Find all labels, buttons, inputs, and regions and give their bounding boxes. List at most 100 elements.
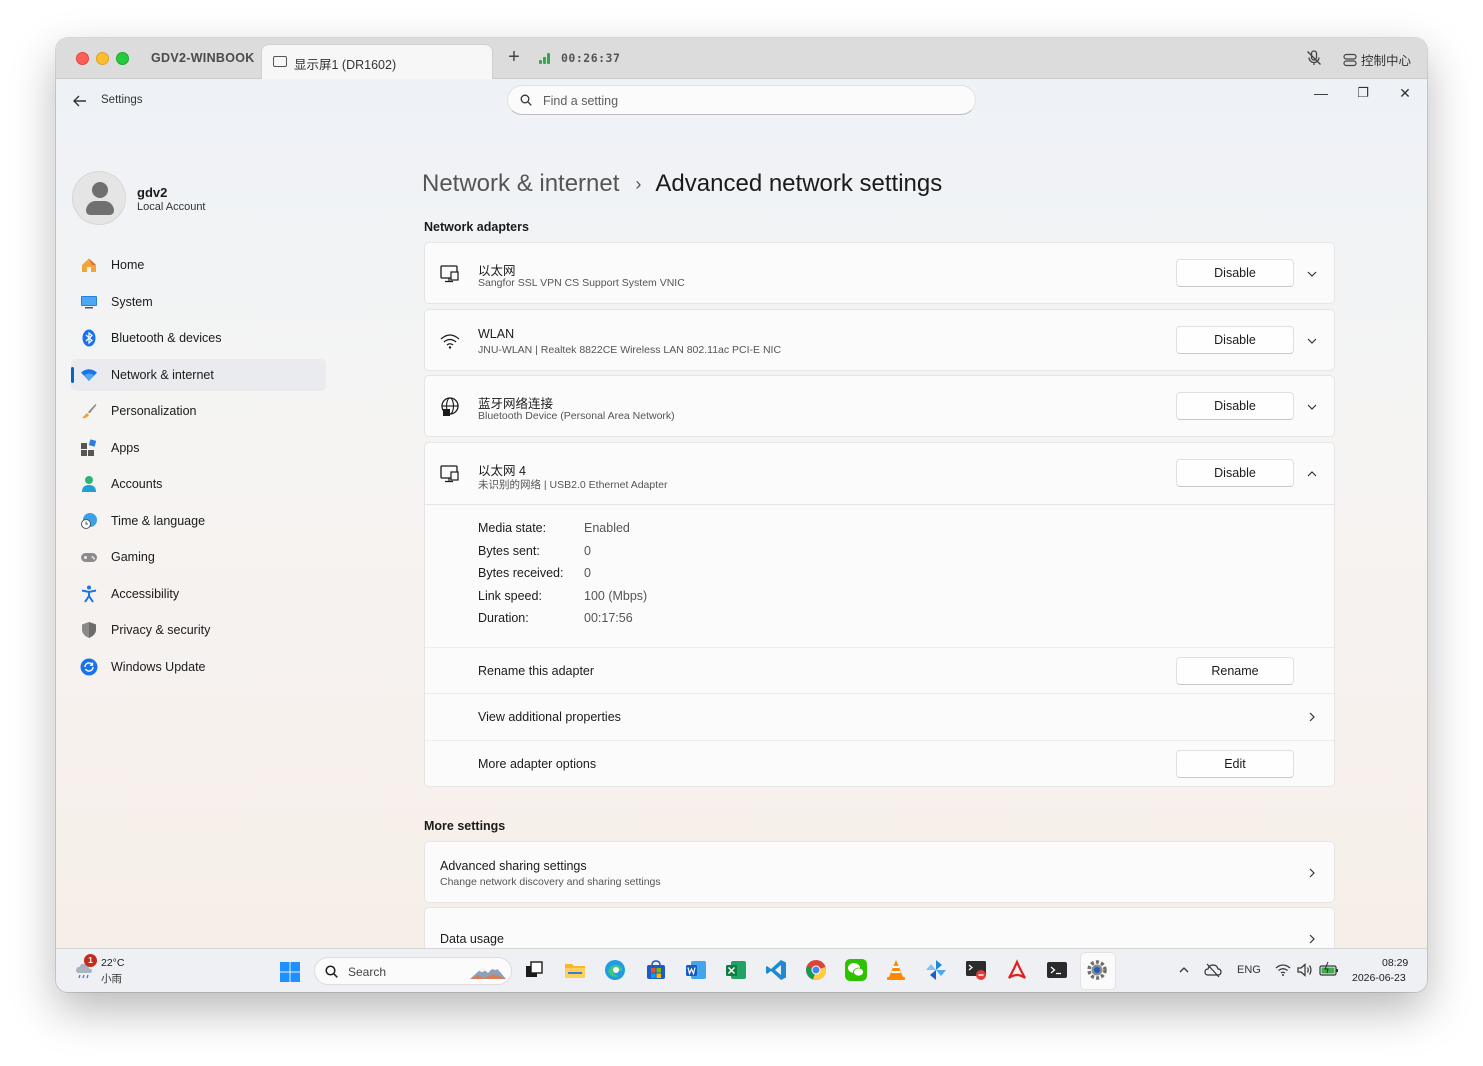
vlc-icon[interactable] (885, 959, 907, 981)
disable-button[interactable]: Disable (1176, 392, 1294, 420)
chevron-down-icon[interactable] (1304, 333, 1320, 349)
stat-label: Bytes received: (478, 566, 564, 580)
sidebar-item-personalization[interactable]: Personalization (71, 395, 326, 427)
word-icon[interactable] (685, 959, 707, 981)
signal-strength-icon (539, 52, 551, 64)
remote-terminal-icon[interactable] (965, 959, 987, 981)
chevron-up-icon[interactable] (1304, 466, 1320, 482)
disable-button[interactable]: Disable (1176, 459, 1294, 487)
ethernet-icon (440, 465, 459, 483)
wechat-icon[interactable] (845, 959, 867, 981)
sidebar-item-system[interactable]: System (71, 286, 326, 318)
fullscreen-window-button[interactable] (116, 52, 129, 65)
settings-gear-icon[interactable] (1086, 959, 1108, 981)
sidebar-item-accessibility[interactable]: Accessibility (71, 578, 326, 610)
search-icon (325, 965, 338, 978)
sidebar-item-network[interactable]: Network & internet (71, 358, 326, 391)
sidebar-nav: Home System Bluetooth & devices Network … (71, 249, 326, 687)
mic-muted-icon[interactable] (1305, 49, 1323, 67)
stat-label: Bytes sent: (478, 543, 540, 558)
chevron-down-icon[interactable] (1304, 399, 1320, 415)
sidebar-item-label: Home (111, 258, 145, 272)
cloud-off-icon[interactable] (1204, 962, 1222, 978)
microsoft-store-icon[interactable] (645, 959, 667, 981)
advanced-sharing-settings-row[interactable]: Advanced sharing settings Change network… (424, 841, 1335, 903)
view-properties-row[interactable]: View additional properties (425, 693, 1334, 739)
sidebar-item-label: Bluetooth & devices (111, 331, 222, 345)
disable-button[interactable]: Disable (1176, 326, 1294, 354)
battery-charging-icon[interactable] (1319, 961, 1339, 977)
taskbar: 1 22°C 小雨 Search ENG 08:29 2026-06-23 (56, 948, 1427, 992)
home-icon (82, 258, 96, 272)
avatar[interactable] (72, 171, 126, 225)
bluetooth-icon (82, 329, 96, 347)
adapter-row[interactable]: 以太网 Sangfor SSL VPN CS Support System VN… (424, 242, 1335, 304)
sidebar-item-gaming[interactable]: Gaming (71, 541, 326, 573)
adapter-description: Sangfor SSL VPN CS Support System VNIC (478, 277, 685, 289)
restore-button[interactable]: ❐ (1348, 85, 1378, 109)
disable-button[interactable]: Disable (1176, 259, 1294, 287)
sidebar-item-time-language[interactable]: Time & language (71, 505, 326, 537)
sidebar-item-windows-update[interactable]: Windows Update (71, 651, 326, 683)
gamepad-icon (81, 553, 97, 562)
adapter-row[interactable]: 蓝牙网络连接 Bluetooth Device (Personal Area N… (424, 375, 1335, 437)
search-input[interactable] (543, 92, 943, 110)
file-explorer-icon[interactable] (564, 959, 586, 981)
close-window-button[interactable] (76, 52, 89, 65)
stat-row: Bytes sent: 0 (478, 544, 647, 567)
minimize-button[interactable]: — (1306, 85, 1336, 109)
language-indicator[interactable]: ENG (1237, 964, 1261, 976)
chrome-icon[interactable] (805, 959, 827, 981)
control-center-button[interactable]: 控制中心 (1343, 50, 1411, 69)
wifi-tray-icon[interactable] (1275, 962, 1291, 978)
clock-time[interactable]: 08:29 (1382, 957, 1408, 969)
sidebar-item-bluetooth[interactable]: Bluetooth & devices (71, 322, 326, 354)
adapter-name: WLAN (478, 327, 515, 341)
acrobat-icon[interactable] (1006, 959, 1028, 981)
edge-browser-icon[interactable] (604, 959, 626, 981)
pinwheel-app-icon[interactable] (925, 959, 947, 981)
adapter-expanded-card: 以太网 4 未识别的网络 | USB2.0 Ethernet Adapter D… (424, 442, 1335, 787)
edit-button[interactable]: Edit (1176, 750, 1294, 778)
weather-temperature[interactable]: 22°C (101, 957, 124, 969)
terminal-icon[interactable] (1046, 959, 1068, 981)
setting-title: Advanced sharing settings (440, 859, 587, 873)
ethernet-icon (440, 265, 459, 283)
apps-icon (81, 438, 97, 456)
sidebar-item-apps[interactable]: Apps (71, 432, 326, 464)
host-name: GDV2-WINBOOK (151, 51, 255, 65)
vscode-icon[interactable] (765, 959, 787, 981)
stat-label: Link speed: (478, 588, 542, 603)
breadcrumb-parent[interactable]: Network & internet (422, 170, 619, 198)
taskbar-search[interactable]: Search (314, 957, 512, 985)
adapter-row[interactable]: WLAN JNU-WLAN | Realtek 8822CE Wireless … (424, 309, 1335, 371)
task-view-icon[interactable] (523, 959, 545, 981)
chevron-right-icon (1309, 934, 1315, 944)
wifi-icon (81, 368, 97, 381)
weather-description[interactable]: 小雨 (101, 971, 122, 986)
close-button[interactable]: ✕ (1390, 85, 1420, 109)
new-tab-button[interactable]: + (504, 46, 524, 69)
sidebar-item-home[interactable]: Home (71, 249, 326, 281)
stat-row: Media state: Enabled (478, 521, 647, 544)
breadcrumb-separator: › (635, 173, 642, 194)
excel-icon[interactable] (725, 959, 747, 981)
windows-start-icon[interactable] (279, 961, 301, 983)
find-setting-search[interactable] (507, 85, 976, 115)
sidebar-item-label: Time & language (111, 513, 206, 528)
chevron-up-icon[interactable] (1177, 963, 1191, 977)
volume-icon[interactable] (1296, 962, 1314, 978)
chevron-down-icon[interactable] (1304, 266, 1320, 282)
sidebar-item-privacy[interactable]: Privacy & security (71, 614, 326, 646)
avatar-head (92, 182, 108, 198)
minimize-window-button[interactable] (96, 52, 109, 65)
control-center-icon (1343, 53, 1357, 66)
clock-date[interactable]: 2026-06-23 (1352, 972, 1406, 984)
stat-label: Media state: (478, 521, 547, 535)
sidebar-item-accounts[interactable]: Accounts (71, 468, 326, 500)
rename-button[interactable]: Rename (1176, 657, 1294, 685)
setting-title: Data usage (440, 932, 504, 946)
display-tab[interactable]: 显示屏1 (DR1602) (261, 44, 493, 79)
adapter-row[interactable]: 以太网 4 未识别的网络 | USB2.0 Ethernet Adapter D… (425, 443, 1334, 505)
back-arrow-icon[interactable] (70, 91, 90, 111)
